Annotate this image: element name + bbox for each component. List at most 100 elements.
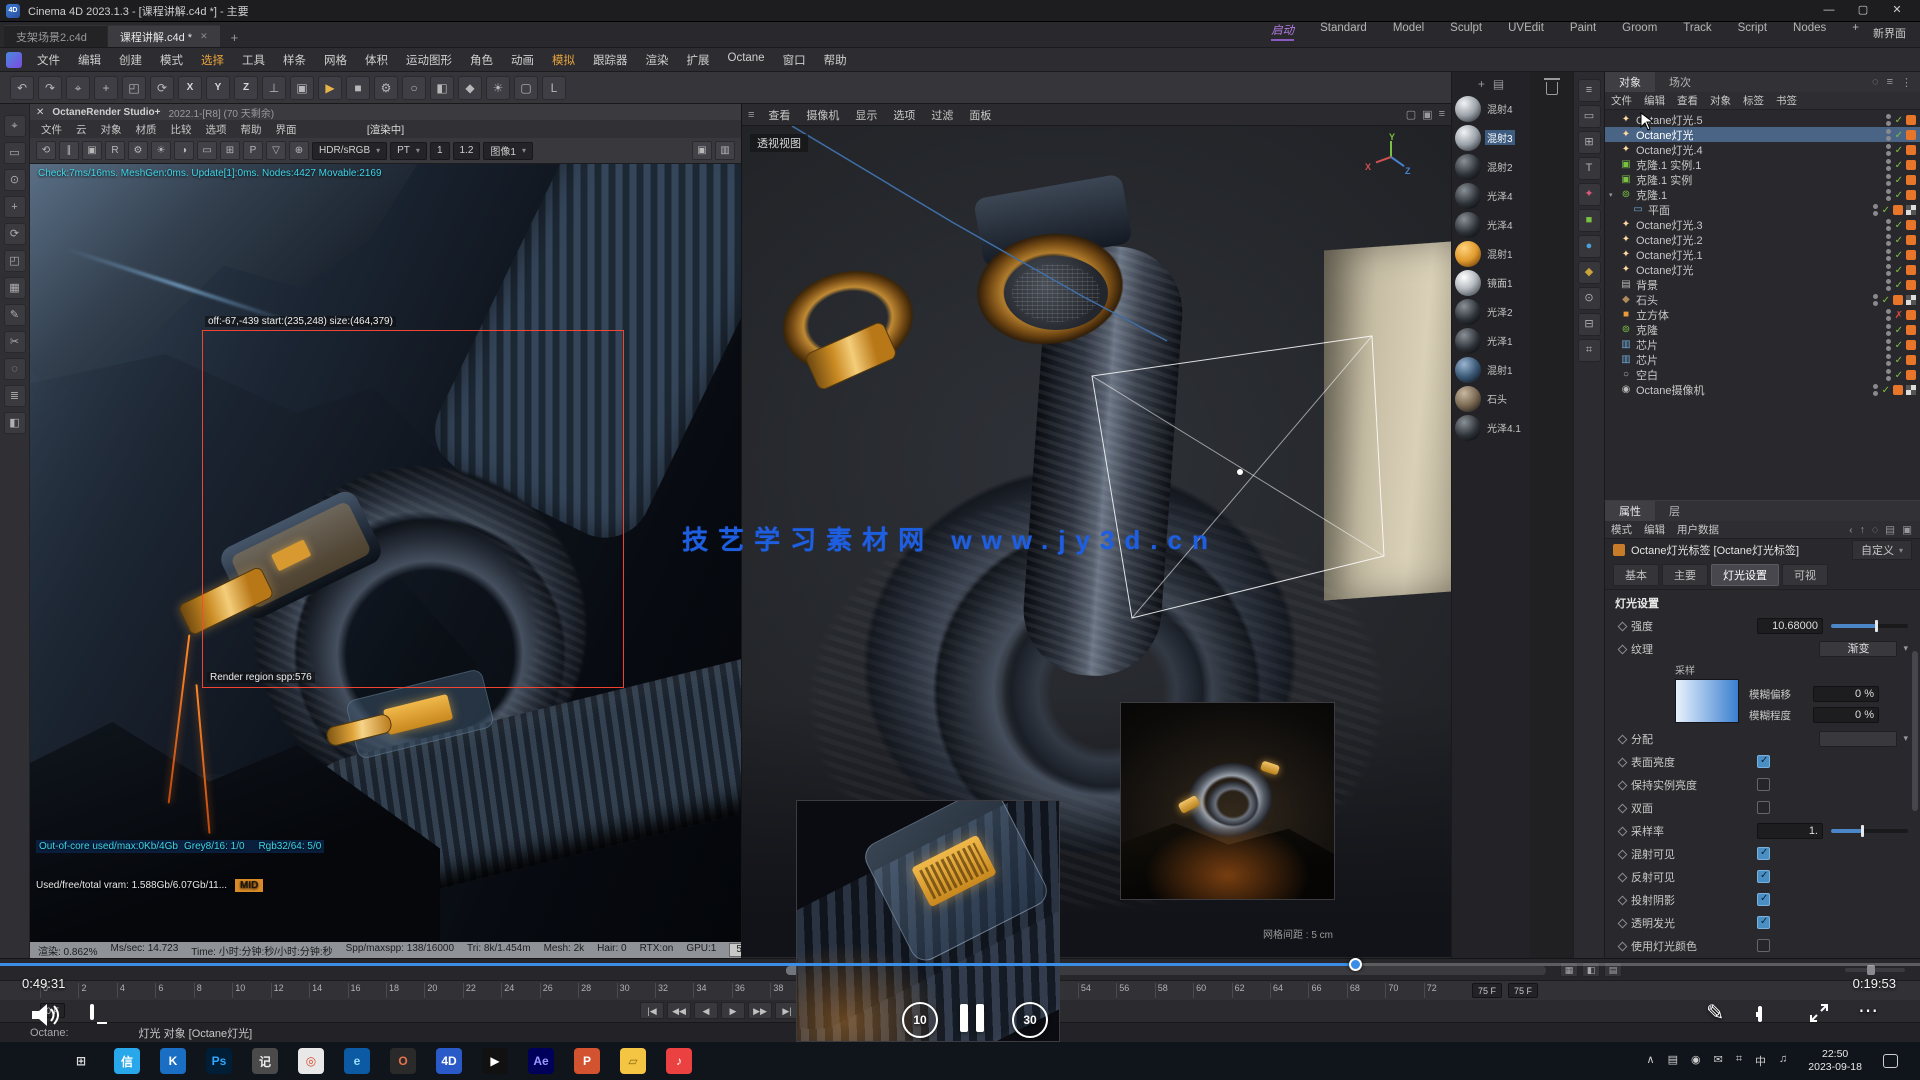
tray-icon[interactable]: ♫ — [1779, 1053, 1787, 1069]
object-row[interactable]: ▤ 背景 — [1605, 277, 1920, 292]
octane-gamma-field[interactable]: 1.2 — [453, 142, 481, 160]
frame-number[interactable]: 64 — [1270, 983, 1308, 998]
viewport-corner-icon[interactable]: ▢ — [1406, 108, 1416, 121]
toolbar-icon[interactable]: ▶ — [318, 76, 342, 100]
visibility-dots[interactable] — [1886, 174, 1892, 186]
anim-dot-icon[interactable] — [1617, 757, 1627, 767]
exit-fullscreen-button[interactable] — [1808, 1002, 1830, 1027]
octane-toolbar-icon[interactable]: ▣ — [692, 141, 712, 160]
frame-end-field[interactable]: 75 F — [1472, 983, 1502, 998]
octane-toolbar-icon[interactable]: ∥ — [59, 141, 79, 160]
menu-item[interactable]: 网格 — [315, 50, 356, 70]
section-header[interactable]: 灯光设置 — [1605, 589, 1920, 614]
toolbar-icon[interactable]: ◰ — [122, 76, 146, 100]
visibility-dots[interactable] — [1886, 369, 1892, 381]
octane-tag-icon[interactable] — [1906, 355, 1916, 365]
right-tool-icon[interactable]: ≡ — [1578, 79, 1601, 102]
viewport-menu-item[interactable]: 显示 — [847, 107, 885, 123]
octane-tag-icon[interactable] — [1906, 190, 1916, 200]
material-item[interactable]: 镜面1 — [1452, 268, 1530, 297]
material-item[interactable]: 光泽4 — [1452, 210, 1530, 239]
octane-toolbar-icon[interactable]: P — [243, 141, 263, 160]
anim-dot-icon[interactable] — [1617, 918, 1627, 928]
left-tool-icon[interactable]: ⟳ — [4, 223, 26, 245]
object-row[interactable]: ▥ 芯片 — [1605, 352, 1920, 367]
anim-dot-icon[interactable] — [1617, 849, 1627, 859]
material-sphere[interactable] — [1455, 299, 1481, 325]
visibility-dots[interactable] — [1886, 159, 1892, 171]
layout-tab[interactable]: Nodes — [1793, 22, 1826, 41]
octane-menu-item[interactable]: 选项 — [199, 122, 234, 137]
octane-toolbar-icon[interactable]: ▥ — [715, 141, 735, 160]
object-row[interactable]: ▥ 芯片 — [1605, 337, 1920, 352]
frame-number[interactable]: 58 — [1155, 983, 1193, 998]
toolbar-icon[interactable]: ☀ — [486, 76, 510, 100]
param-value[interactable]: 1. — [1757, 823, 1823, 839]
toolbar-icon[interactable]: ◆ — [458, 76, 482, 100]
visibility-dots[interactable] — [1886, 354, 1892, 366]
volume-button[interactable] — [30, 1002, 60, 1031]
enable-check-icon[interactable] — [1895, 249, 1903, 261]
frame-number[interactable]: 54 — [1078, 983, 1116, 998]
object-manager-menu-item[interactable]: 标签 — [1737, 93, 1770, 108]
menu-item[interactable]: 模式 — [151, 50, 192, 70]
material-item[interactable]: 石头 — [1452, 384, 1530, 413]
left-tool-icon[interactable]: ▦ — [4, 277, 26, 299]
anim-dot-icon[interactable] — [1617, 872, 1627, 882]
material-item[interactable]: 光泽1 — [1452, 326, 1530, 355]
menu-item[interactable]: 模拟 — [543, 50, 584, 70]
menu-item[interactable]: 创建 — [110, 50, 151, 70]
object-manager-menu-item[interactable]: 书签 — [1770, 93, 1803, 108]
layout-tab[interactable]: Paint — [1570, 22, 1596, 41]
octane-menu-item[interactable]: 文件 — [34, 122, 69, 137]
octane-close-icon[interactable]: ✕ — [36, 107, 44, 118]
attributes-corner-icon[interactable]: ↑ — [1860, 524, 1865, 536]
octane-color-space-select[interactable]: HDR/sRGB▾ — [312, 142, 387, 160]
anim-dot-icon[interactable] — [1617, 734, 1627, 744]
toolbar-icon[interactable]: ⚙ — [374, 76, 398, 100]
menu-item[interactable]: 窗口 — [774, 50, 815, 70]
octane-tag-icon[interactable] — [1906, 310, 1916, 320]
visibility-dots[interactable] — [1873, 294, 1879, 306]
object-row[interactable]: ✦ Octane灯光.4 — [1605, 142, 1920, 157]
material-sphere[interactable] — [1455, 154, 1481, 180]
menu-item[interactable]: 工具 — [233, 50, 274, 70]
octane-tag-icon[interactable] — [1906, 325, 1916, 335]
viewport-menu-item[interactable]: 查看 — [760, 107, 798, 123]
menu-item[interactable]: 编辑 — [69, 50, 110, 70]
object-row[interactable]: ○ 空白 — [1605, 367, 1920, 382]
frame-number[interactable]: 66 — [1308, 983, 1346, 998]
annotate-pencil-button[interactable]: ✎ — [1706, 1000, 1724, 1026]
frame-number[interactable]: 62 — [1232, 983, 1270, 998]
param-checkbox[interactable] — [1757, 847, 1770, 860]
expand-toggle[interactable]: ▾ — [1609, 191, 1619, 199]
minimize-button[interactable]: — — [1812, 0, 1846, 21]
object-manager-corner-icon[interactable]: ≡ — [1887, 76, 1893, 89]
taskbar-app-icon[interactable]: K — [160, 1048, 186, 1074]
menu-item[interactable]: 跟踪器 — [584, 50, 637, 70]
enable-check-icon[interactable] — [1895, 174, 1903, 186]
material-sphere[interactable] — [1455, 328, 1481, 354]
viewport-menu-item[interactable]: 过滤 — [923, 107, 961, 123]
octane-kernel-select[interactable]: PT▾ — [390, 142, 427, 160]
object-manager-menu-item[interactable]: 对象 — [1704, 93, 1737, 108]
material-sphere[interactable] — [1455, 183, 1481, 209]
visibility-dots[interactable] — [1886, 234, 1892, 246]
layout-tab[interactable]: Model — [1393, 22, 1424, 41]
close-button[interactable]: ✕ — [1880, 0, 1914, 21]
object-row[interactable]: ▣ 克隆.1 实例.1 — [1605, 157, 1920, 172]
taskbar-app-icon[interactable]: O — [390, 1048, 416, 1074]
material-list-icon[interactable]: ▤ — [1493, 77, 1504, 91]
toolbar-icon[interactable]: ■ — [346, 76, 370, 100]
taskbar-app-icon[interactable]: ♪ — [666, 1048, 692, 1074]
octane-toolbar-icon[interactable]: ▭ — [197, 141, 217, 160]
transport-button[interactable]: ◀ — [694, 1002, 718, 1019]
transport-button[interactable]: ▶▶ — [748, 1002, 772, 1019]
visibility-dots[interactable] — [1886, 129, 1892, 141]
viewport-menu-item[interactable]: 选项 — [885, 107, 923, 123]
texture-tag-icon[interactable] — [1906, 205, 1916, 215]
material-item[interactable]: 光泽4.1 — [1452, 413, 1530, 442]
video-progress-bar[interactable] — [0, 963, 1920, 966]
viewport-menu-item[interactable]: 摄像机 — [798, 107, 847, 123]
octane-toolbar-icon[interactable]: ☀ — [151, 141, 171, 160]
